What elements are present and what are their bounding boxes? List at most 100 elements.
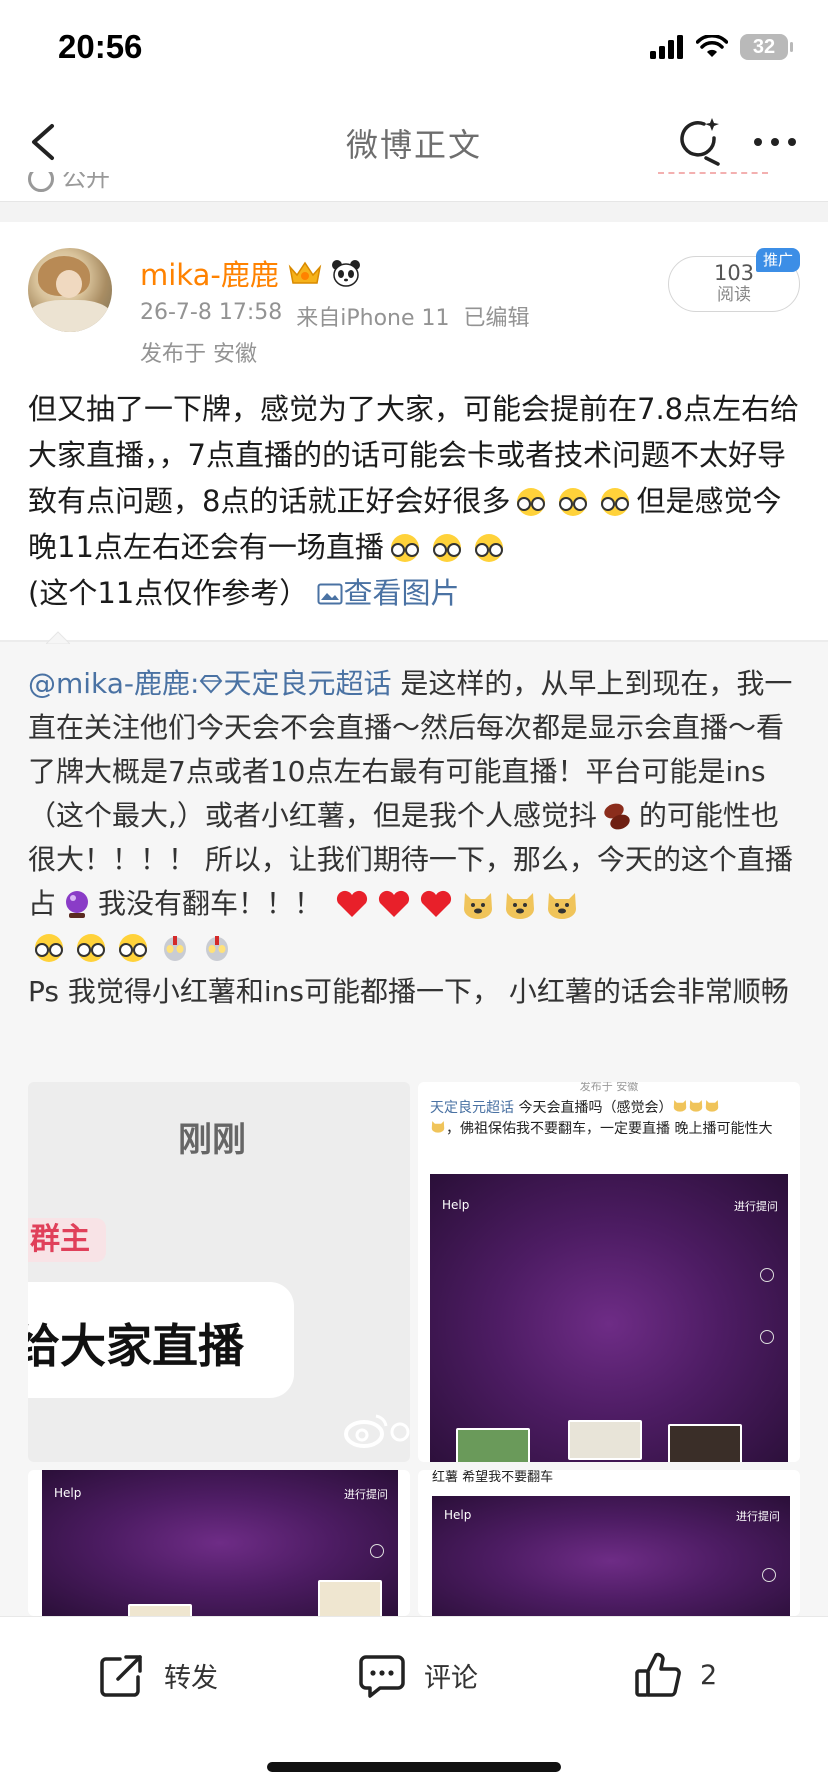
read-label: 阅读 <box>717 285 751 305</box>
promote-tag[interactable]: 推广 <box>756 248 800 272</box>
like-count: 2 <box>700 1659 718 1691</box>
status-icons: 32 <box>650 34 793 60</box>
tarot-card <box>568 1420 642 1460</box>
tarot-ask-label: 进行提问 <box>344 1488 388 1501</box>
image-caption-1: 今天会直播吗（感觉会） <box>514 1100 673 1116</box>
image-thumbnail-4[interactable]: 红薯 希望我不要翻车 Help 进行提问 <box>418 1470 800 1616</box>
visibility-label: 公开 <box>62 172 110 192</box>
image-caption-3: 晚上播可能性大 <box>674 1121 773 1137</box>
doge-emoji-icon <box>674 1100 687 1112</box>
previous-post-sliver: 公开 <box>0 172 828 202</box>
panda-badge-icon[interactable] <box>331 259 361 287</box>
post-date: 26-7-8 17:58 <box>140 300 283 325</box>
status-bar: 20:56 32 <box>0 0 828 100</box>
glasses-emoji-icon <box>390 534 419 562</box>
doge-emoji-icon <box>463 893 492 919</box>
ultraman-emoji-icon <box>164 936 186 961</box>
post-body: 但又抽了一下牌，感觉为了大家，可能会提前在7.8点左右给大家直播，，7点直播的的… <box>28 386 802 616</box>
image-icon <box>317 583 343 605</box>
doge-emoji-icon <box>690 1100 703 1112</box>
crown-badge-icon[interactable] <box>287 259 323 287</box>
image-owner-tag: 群主 <box>28 1218 106 1262</box>
repost-body: @mika-鹿鹿: 天定良元超话 是这样的，从早上到现在，我一直在关注他们今天会不… <box>28 662 800 1014</box>
post-meta: 26-7-8 17:58 来自iPhone 11 已编辑 <box>140 300 530 332</box>
zoom-in-icon <box>370 1544 384 1558</box>
post-location: 发布于 安徽 <box>140 342 257 367</box>
avatar-face <box>56 270 82 298</box>
ultraman-emoji-icon <box>206 936 228 961</box>
tarot-card <box>668 1424 742 1462</box>
image-caption-2: ，佛祖保佑我不要翻车，一定要直播 <box>446 1121 670 1137</box>
comment-button[interactable]: 评论 <box>356 1649 478 1701</box>
glasses-emoji-icon <box>119 934 147 962</box>
globe-icon <box>28 172 54 192</box>
comment-icon <box>359 1655 405 1698</box>
image-text-just-now: 刚刚 <box>178 1120 246 1160</box>
glasses-emoji-icon <box>601 488 630 516</box>
doge-emoji-icon <box>505 893 534 919</box>
repost-text-part3: 我没有翻车！！！ <box>98 887 323 920</box>
topic-link[interactable]: 天定良元超话 <box>199 667 392 700</box>
repost-text-ps: Ps 我觉得小红薯和ins可能都播一下， 小红薯的话会非常顺畅 <box>28 975 789 1008</box>
pointer-notch <box>46 631 70 644</box>
username-text: mika-鹿鹿 <box>140 258 279 292</box>
post-text-part3: (这个11点仅作参考） <box>28 576 309 610</box>
username[interactable]: mika-鹿鹿 <box>140 252 361 294</box>
topic-label: 天定良元超话 <box>223 667 392 700</box>
post-source: 来自iPhone 11 <box>296 306 450 331</box>
image-chat-bubble: 给大家直播 <box>28 1282 294 1398</box>
image-caption: 红薯 希望我不要翻车 <box>432 1470 554 1485</box>
tarot-card <box>318 1580 382 1616</box>
thumbs-up-icon <box>635 1652 681 1697</box>
tarot-help-label: Help <box>444 1508 472 1522</box>
glasses-emoji-icon <box>559 488 588 516</box>
view-image-link[interactable]: 查看图片 <box>317 576 459 610</box>
image-caption: 天定良元超话 今天会直播吗（感觉会） ，佛祖保佑我不要翻车，一定要直播 晚上播可能… <box>430 1098 790 1140</box>
cellular-signal-icon <box>650 35 683 59</box>
tarot-help-label: Help <box>54 1486 82 1500</box>
tarot-app-screenshot: Help 进行提问 <box>432 1496 790 1616</box>
home-indicator[interactable] <box>267 1762 561 1772</box>
status-time: 20:56 <box>58 28 143 65</box>
tarot-card <box>128 1604 192 1616</box>
section-gap <box>0 202 828 222</box>
avatar-cloth <box>28 300 112 332</box>
beans-emoji-icon <box>604 803 630 830</box>
decorative-rule <box>658 172 768 174</box>
heart-icon <box>420 890 451 917</box>
wifi-icon <box>696 35 728 57</box>
comment-label: 评论 <box>424 1662 478 1694</box>
image-thumbnail-3[interactable]: Help 进行提问 <box>28 1470 410 1616</box>
doge-emoji-icon <box>547 893 576 919</box>
image-bubble-text: 给大家直播 <box>28 1319 244 1373</box>
repost-button[interactable]: 转发 <box>96 1649 218 1701</box>
image-topic: 天定良元超话 <box>430 1100 514 1116</box>
avatar[interactable] <box>28 248 112 332</box>
edited-label[interactable]: 已编辑 <box>464 300 530 332</box>
repost-author-link[interactable]: @mika-鹿鹿: <box>28 667 199 700</box>
crystal-ball-icon <box>66 891 89 918</box>
heart-icon <box>378 890 409 917</box>
heart-icon <box>336 890 367 917</box>
tarot-card <box>456 1428 530 1462</box>
battery-icon: 32 <box>740 34 793 60</box>
image-header-text: 发布于 安徽 <box>579 1082 639 1093</box>
glasses-emoji-icon <box>474 534 503 562</box>
zoom-in-icon <box>762 1568 776 1582</box>
doge-emoji-icon <box>706 1100 719 1112</box>
tarot-help-label: Help <box>442 1198 470 1212</box>
share-icon <box>100 1655 142 1697</box>
image-thumbnail-2[interactable]: 发布于 安徽 天定良元超话 今天会直播吗（感觉会） ，佛祖保佑我不要翻车，一定要直… <box>418 1082 800 1462</box>
repost-label: 转发 <box>164 1662 218 1694</box>
like-button[interactable]: 2 <box>632 1649 717 1701</box>
refresh-icon[interactable] <box>676 116 724 166</box>
more-options-icon[interactable] <box>750 122 800 162</box>
tarot-app-screenshot: Help 进行提问 <box>42 1470 398 1616</box>
view-image-label: 查看图片 <box>343 576 460 610</box>
zoom-in-icon <box>760 1268 774 1282</box>
glasses-emoji-icon <box>35 934 63 962</box>
zoom-out-icon <box>760 1330 774 1344</box>
glasses-emoji-icon <box>517 488 546 516</box>
image-thumbnail-1[interactable]: 刚刚 群主 给大家直播 <box>28 1082 410 1462</box>
tarot-app-screenshot: Help 进行提问 <box>430 1174 788 1462</box>
